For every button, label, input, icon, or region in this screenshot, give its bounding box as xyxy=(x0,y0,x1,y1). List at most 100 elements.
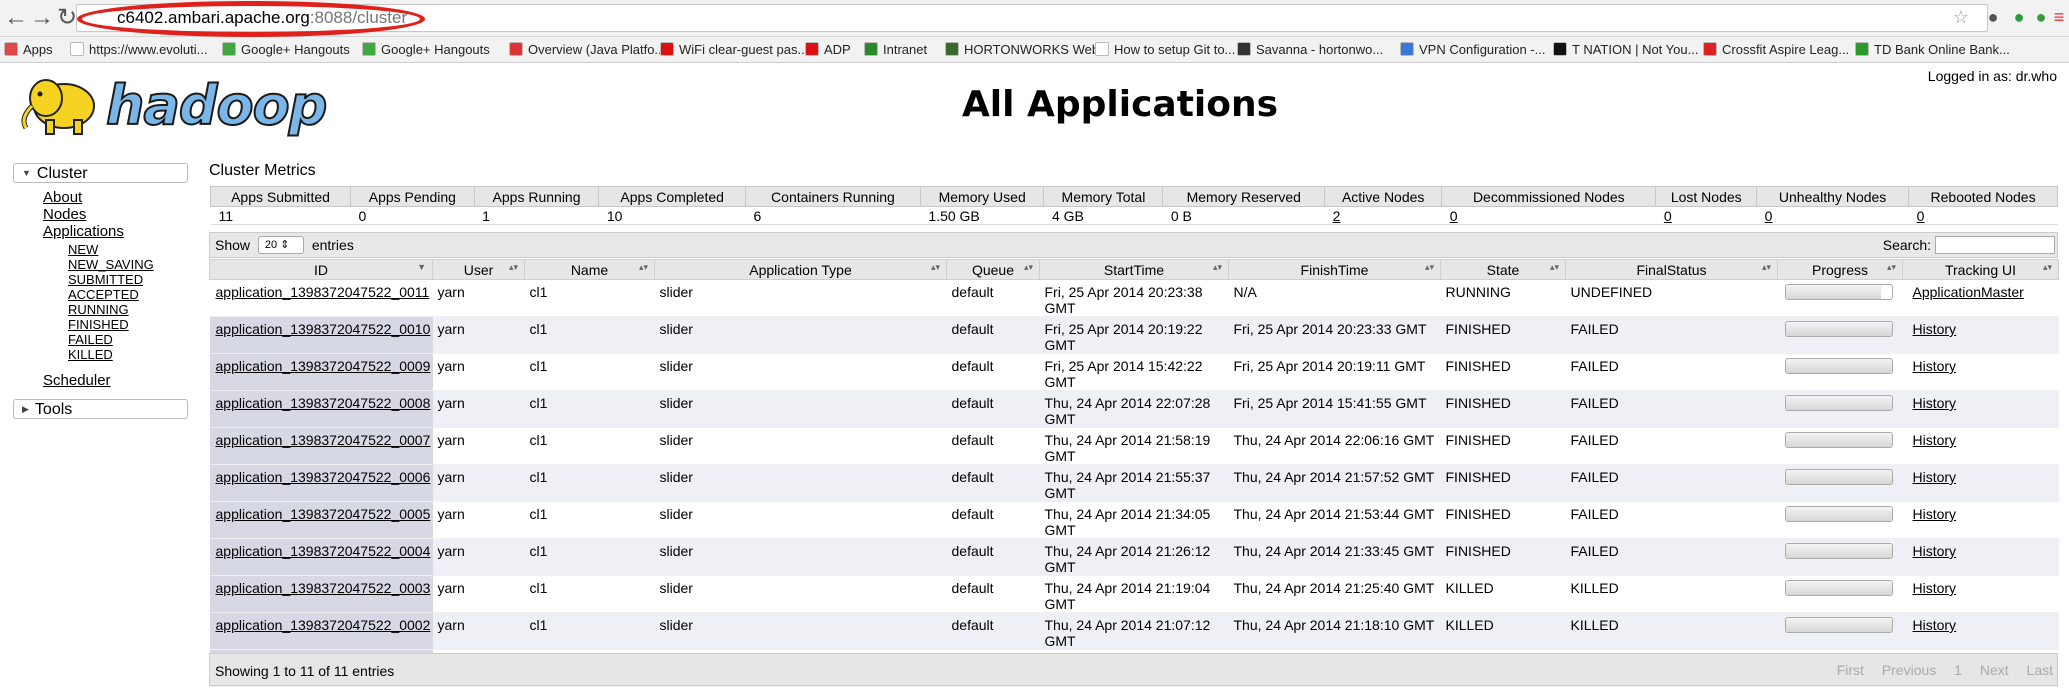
column-header[interactable]: Queue ▴▾ xyxy=(946,259,1040,280)
cell-tracking: History xyxy=(1902,612,2059,650)
bookmark-item[interactable]: ADP xyxy=(805,37,851,63)
tracking-ui-link[interactable]: History xyxy=(1913,506,1957,522)
nav-section-tools[interactable]: ▶ Tools xyxy=(13,399,188,419)
bookmark-item[interactable]: Apps xyxy=(4,37,53,63)
nav-state-finished[interactable]: FINISHED xyxy=(68,317,188,332)
tracking-ui-link[interactable]: ApplicationMaster xyxy=(1913,284,2024,300)
metric-value-link[interactable]: 0 xyxy=(1917,208,1925,224)
column-header[interactable]: FinishTime ▴▾ xyxy=(1228,259,1441,280)
column-header[interactable]: Application Type ▴▾ xyxy=(654,259,947,280)
nav-state-new[interactable]: NEW xyxy=(68,242,188,257)
url-text[interactable]: c6402.ambari.apache.org:8088/cluster xyxy=(117,8,407,28)
application-id-link[interactable]: application_1398372047522_0003 xyxy=(216,580,431,596)
bookmark-item[interactable]: HORTONWORKS Web... xyxy=(945,37,1110,63)
application-id-link[interactable]: application_1398372047522_0005 xyxy=(216,506,431,522)
nav-link-applications[interactable]: Applications xyxy=(43,223,188,240)
application-id-link[interactable]: application_1398372047522_0009 xyxy=(216,358,431,374)
cell-progress xyxy=(1777,501,1903,539)
metric-value-link[interactable]: 0 xyxy=(1450,208,1458,224)
extension-icon[interactable]: ● xyxy=(1982,6,2004,28)
column-header[interactable]: Name ▴▾ xyxy=(524,259,655,280)
nav-section-cluster[interactable]: ▼ Cluster xyxy=(13,163,188,183)
nav-state-new-saving[interactable]: NEW_SAVING xyxy=(68,257,188,272)
page-title: All Applications xyxy=(961,84,1279,125)
nav-link-scheduler[interactable]: Scheduler xyxy=(43,372,188,389)
bookmark-label: VPN Configuration -... xyxy=(1419,42,1546,57)
column-header[interactable]: User ▴▾ xyxy=(432,259,525,280)
application-id-link[interactable]: application_1398372047522_0006 xyxy=(216,469,431,485)
bookmark-item[interactable]: TD Bank Online Bank... xyxy=(1855,37,2010,63)
bookmark-item[interactable]: Google+ Hangouts xyxy=(222,37,350,63)
entries-select[interactable]: 20 ⇕ xyxy=(257,236,304,254)
application-id-link[interactable]: application_1398372047522_0002 xyxy=(216,617,431,633)
back-icon[interactable]: ← xyxy=(4,5,28,31)
cell-state: KILLED xyxy=(1440,575,1566,613)
metric-value: 4 GB xyxy=(1043,206,1163,225)
nav-state-killed[interactable]: KILLED xyxy=(68,347,188,362)
column-header[interactable]: FinalStatus ▴▾ xyxy=(1565,259,1778,280)
column-header[interactable]: StartTime ▴▾ xyxy=(1039,259,1229,280)
tracking-ui-link[interactable]: History xyxy=(1913,543,1957,559)
menu-icon[interactable]: ≡ xyxy=(2048,6,2069,28)
tracking-ui-link[interactable]: History xyxy=(1913,617,1957,633)
pager-last[interactable]: Last xyxy=(2027,662,2053,678)
nav-link-about[interactable]: About xyxy=(43,189,188,206)
nav-state-submitted[interactable]: SUBMITTED xyxy=(68,272,188,287)
metric-value-link[interactable]: 0 xyxy=(1765,208,1773,224)
bookmark-item[interactable]: VPN Configuration -... xyxy=(1400,37,1545,63)
application-id-link[interactable]: application_1398372047522_0011 xyxy=(216,284,430,300)
tracking-ui-link[interactable]: History xyxy=(1913,321,1957,337)
table-row: application_1398372047522_0010 yarn cl1 sli… xyxy=(209,316,2059,354)
application-id-link[interactable]: application_1398372047522_0004 xyxy=(216,543,431,559)
search-input[interactable] xyxy=(1935,236,2055,254)
bookmark-star-icon[interactable]: ☆ xyxy=(1950,6,1972,28)
cell-state: FINISHED xyxy=(1440,427,1566,465)
forward-icon[interactable]: → xyxy=(30,5,54,31)
progress-bar xyxy=(1784,617,1893,633)
cell-tracking: History xyxy=(1902,427,2059,465)
column-header[interactable]: Tracking UI ▴▾ xyxy=(1902,259,2059,280)
bookmark-item[interactable]: T NATION | Not You... xyxy=(1553,37,1698,63)
tracking-ui-link[interactable]: History xyxy=(1913,358,1957,374)
column-header[interactable]: State ▴▾ xyxy=(1440,259,1566,280)
column-header-label: State xyxy=(1486,261,1520,278)
application-id-link[interactable]: application_1398372047522_0008 xyxy=(216,395,431,411)
bookmark-item[interactable]: How to setup Git to... xyxy=(1095,37,1235,63)
bookmark-item[interactable]: Overview (Java Platfo... xyxy=(509,37,665,63)
nav-state-running[interactable]: RUNNING xyxy=(68,302,188,317)
application-id-link[interactable]: application_1398372047522_0007 xyxy=(216,432,431,448)
tracking-ui-link[interactable]: History xyxy=(1913,580,1957,596)
nav-state-accepted[interactable]: ACCEPTED xyxy=(68,287,188,302)
metric-header: Apps Completed xyxy=(598,186,746,207)
metric-header: Rebooted Nodes xyxy=(1908,186,2058,207)
nav-state-failed[interactable]: FAILED xyxy=(68,332,188,347)
metric-value-link[interactable]: 2 xyxy=(1333,208,1341,224)
tracking-ui-link[interactable]: History xyxy=(1913,432,1957,448)
bookmark-item[interactable]: https://www.evoluti... xyxy=(70,37,208,63)
nav-link-nodes[interactable]: Nodes xyxy=(43,206,188,223)
application-id-link[interactable]: application_1398372047522_0010 xyxy=(216,321,431,337)
bookmark-item[interactable]: Crossfit Aspire Leag... xyxy=(1703,37,1849,63)
bookmark-item[interactable]: Intranet xyxy=(864,37,927,63)
pager-next[interactable]: Next xyxy=(1980,662,2009,678)
bookmark-item[interactable]: Google+ Hangouts xyxy=(362,37,490,63)
bookmark-favicon-icon xyxy=(70,42,84,56)
reload-icon[interactable]: ↻ xyxy=(56,5,78,31)
metric-value: 1 xyxy=(474,206,599,225)
table-footer: Showing 1 to 11 of 11 entries First Prev… xyxy=(209,653,2058,686)
cell-name: cl1 xyxy=(524,575,655,613)
pager-previous[interactable]: Previous xyxy=(1882,662,1936,678)
progress-fill xyxy=(1785,581,1892,595)
pager-page-1[interactable]: 1 xyxy=(1954,662,1962,678)
extension-icon[interactable]: ● xyxy=(2008,6,2030,28)
metric-value-link[interactable]: 0 xyxy=(1664,208,1672,224)
bookmark-item[interactable]: WiFi clear-guest pas... xyxy=(660,37,808,63)
cell-progress xyxy=(1777,427,1903,465)
column-header[interactable]: Progress ▴▾ xyxy=(1777,259,1903,280)
pager-first[interactable]: First xyxy=(1837,662,1864,678)
bookmark-item[interactable]: Savanna - hortonwo... xyxy=(1237,37,1383,63)
tracking-ui-link[interactable]: History xyxy=(1913,469,1957,485)
metric-header: Memory Used xyxy=(919,186,1045,207)
column-header[interactable]: ID ▼ xyxy=(209,259,433,280)
tracking-ui-link[interactable]: History xyxy=(1913,395,1957,411)
